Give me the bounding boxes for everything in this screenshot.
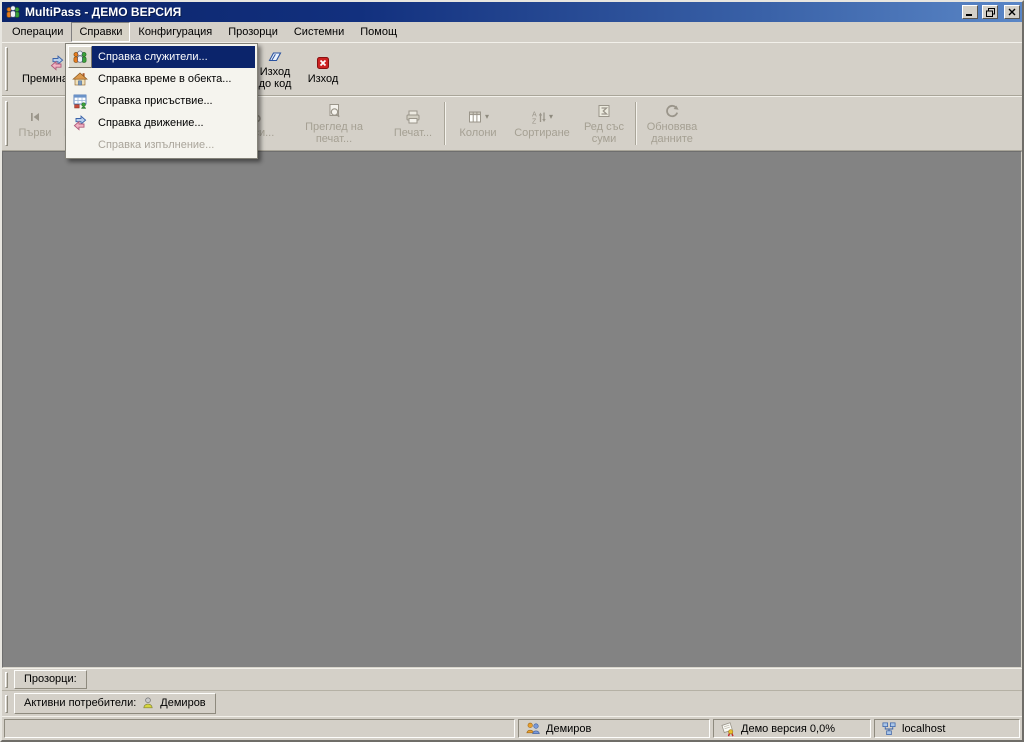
- windows-bar: Прозорци:: [2, 668, 1022, 690]
- titlebar: MultiPass - ДЕМО ВЕРСИЯ: [2, 2, 1022, 22]
- grid-columns-icon: [467, 109, 483, 125]
- minimize-icon: [966, 8, 974, 16]
- refresh-label: Обновява данните: [642, 121, 702, 145]
- columns-button[interactable]: ▾ Колони: [448, 99, 508, 148]
- menu-help[interactable]: Помощ: [352, 22, 405, 42]
- sort-button[interactable]: A Z ▾ Сортиране: [508, 99, 576, 148]
- sort-label: Сортиране: [514, 127, 570, 139]
- transfer-arrows-icon: [49, 54, 65, 72]
- close-icon: [1008, 8, 1016, 16]
- menu-item-time-in-site-report[interactable]: Справка време в обекта...: [68, 68, 255, 90]
- minimize-button[interactable]: [962, 5, 978, 19]
- menu-item-label: Справка време в обекта...: [92, 68, 255, 90]
- print-preview-button[interactable]: Преглед на печат...: [283, 99, 385, 148]
- columns-label: Колони: [459, 127, 496, 139]
- printer-icon: [405, 108, 421, 126]
- first-record-label: Първи: [19, 127, 52, 139]
- first-record-button[interactable]: Първи: [11, 99, 59, 148]
- active-user-name: Демиров: [160, 697, 205, 709]
- app-window: MultiPass - ДЕМО ВЕРСИЯ Операции Справки…: [0, 0, 1024, 742]
- menu-item-label: Справка присъствие...: [92, 90, 255, 112]
- menu-item-label: Справка изпълнение...: [92, 134, 255, 156]
- menu-item-employees-report[interactable]: Справка служители...: [68, 46, 255, 68]
- menu-system[interactable]: Системни: [286, 22, 352, 42]
- active-users-label: Активни потребители:: [24, 697, 136, 709]
- house-icon: [68, 68, 92, 90]
- status-user-panel: Демиров: [518, 719, 710, 738]
- restore-icon: [986, 8, 995, 17]
- windows-bar-label-box: Прозорци:: [14, 670, 87, 689]
- menu-item-label: Справка движение...: [92, 112, 255, 134]
- menu-reports[interactable]: Справки: [71, 22, 130, 42]
- menu-operations[interactable]: Операции: [4, 22, 71, 42]
- people-group-icon: [68, 46, 92, 68]
- svg-text:A: A: [532, 112, 537, 119]
- print-label: Печат...: [394, 127, 432, 139]
- status-host-panel: localhost: [874, 719, 1020, 738]
- toolbar-grip[interactable]: [5, 101, 8, 146]
- close-button[interactable]: [1004, 5, 1020, 19]
- toolbar-grip[interactable]: [5, 47, 8, 91]
- windows-bar-label: Прозорци:: [24, 673, 77, 685]
- window-title: MultiPass - ДЕМО ВЕРСИЯ: [25, 5, 958, 19]
- restore-button[interactable]: [982, 5, 998, 19]
- door-exit-icon: [267, 48, 283, 65]
- status-main-panel: [4, 719, 515, 738]
- empty-icon-slot: [68, 134, 92, 156]
- exit-button[interactable]: Изход: [301, 45, 345, 93]
- menu-item-attendance-report[interactable]: Справка присъствие...: [68, 90, 255, 112]
- table-person-icon: [68, 90, 92, 112]
- svg-text:Z: Z: [532, 119, 537, 126]
- sigma-icon: [596, 102, 612, 120]
- sum-row-button[interactable]: Ред със суми: [576, 99, 632, 148]
- client-area: [2, 151, 1022, 668]
- transfer-arrows-icon: [68, 112, 92, 134]
- sort-az-icon: A Z: [531, 109, 547, 125]
- network-nodes-icon: [881, 721, 897, 736]
- status-demo-panel: Демо версия 0,0%: [713, 719, 871, 738]
- chevron-down-icon: ▾: [549, 113, 553, 121]
- status-demo-text: Демо версия 0,0%: [741, 723, 835, 735]
- red-x-icon: [315, 54, 331, 72]
- menu-item-execution-report[interactable]: Справка изпълнение...: [68, 134, 255, 156]
- menu-configuration[interactable]: Конфигурация: [130, 22, 220, 42]
- print-preview-label: Преглед на печат...: [286, 121, 382, 145]
- person-icon: [141, 696, 155, 710]
- menu-windows[interactable]: Прозорци: [220, 22, 286, 42]
- bar-grip[interactable]: [5, 695, 8, 713]
- first-record-icon: [27, 108, 43, 126]
- reports-menu-popup: Справка служители... Справка време в обе…: [65, 43, 258, 159]
- exit-to-code-label: Изход до код: [252, 66, 298, 90]
- active-users-box: Активни потребители: Демиров: [14, 693, 216, 714]
- exit-button-label: Изход: [308, 73, 339, 85]
- toolbar-separator: [444, 102, 445, 145]
- toolbar-separator: [635, 102, 636, 145]
- refresh-button[interactable]: Обновява данните: [639, 99, 705, 148]
- status-host-name: localhost: [902, 723, 945, 735]
- print-button[interactable]: Печат...: [385, 99, 441, 148]
- refresh-icon: [664, 102, 680, 120]
- menu-item-label: Справка служители...: [92, 46, 255, 68]
- statusbar: Демиров Демо версия 0,0%: [2, 716, 1022, 740]
- menu-item-movement-report[interactable]: Справка движение...: [68, 112, 255, 134]
- bar-grip[interactable]: [5, 672, 8, 688]
- active-users-bar: Активни потребители: Демиров: [2, 690, 1022, 716]
- two-people-icon: [525, 721, 541, 736]
- status-user-name: Демиров: [546, 723, 591, 735]
- page-magnifier-icon: [326, 102, 342, 120]
- sum-row-label: Ред със суми: [579, 121, 629, 145]
- app-icon: [5, 4, 21, 20]
- certificate-scroll-icon: [720, 721, 736, 737]
- menubar: Операции Справки Конфигурация Прозорци С…: [2, 22, 1022, 42]
- chevron-down-icon: ▾: [485, 113, 489, 121]
